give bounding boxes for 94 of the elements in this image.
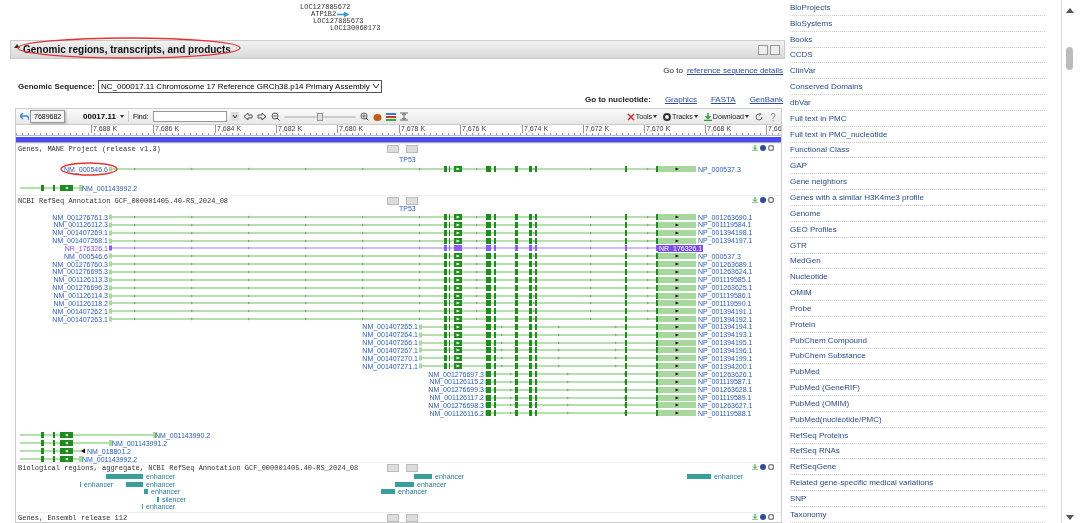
sidebar-link[interactable]: GEO Profiles [790,222,1045,238]
sidebar-link[interactable]: GTR [790,238,1045,254]
bug-icon[interactable] [372,112,382,121]
info-icon[interactable] [760,197,766,203]
sidebar-link[interactable]: Books [790,32,1045,48]
region-bar [687,474,711,479]
help-icon[interactable] [769,112,777,121]
scroll-thumb[interactable] [1066,47,1073,70]
info-icon[interactable] [760,145,766,151]
sidebar-link[interactable]: PubMed(nucleotide/PMC) [790,412,1045,428]
sidebar-link[interactable]: RefSeq Proteins [790,428,1045,444]
tracks-icon[interactable] [385,112,396,121]
sidebar-link[interactable]: PubChem Substance [790,349,1045,365]
collapse-icon[interactable] [14,43,20,48]
sidebar-link[interactable]: RefSeqGene [790,460,1045,476]
region-bar [126,482,143,487]
info-icon[interactable] [760,514,766,520]
download-icon[interactable] [752,514,758,520]
sidebar-link[interactable]: Taxonomy [790,507,1045,523]
sequence-name[interactable]: 00017.11 [83,112,116,121]
format-link[interactable]: FASTA [710,95,736,104]
region-bar [144,489,148,494]
slider-thumb[interactable] [316,112,323,121]
sidebar-link[interactable]: PubMed [790,365,1045,381]
region-bar [414,474,432,479]
caret-icon [372,84,379,88]
sidebar-link[interactable]: PubChem Compound [790,333,1045,349]
dropdown-icon[interactable] [230,112,239,121]
sidebar-link[interactable]: Genome [790,206,1045,222]
menu-icon [626,112,635,121]
region-bar [106,474,143,479]
scroll-down-icon[interactable] [1066,515,1074,520]
settings-icon[interactable] [768,514,774,520]
settings-icon[interactable] [768,464,774,470]
sidebar-link[interactable]: Full text in PMC [790,111,1045,127]
sidebar-link[interactable]: BioProjects [790,0,1045,16]
zoom-slider[interactable] [283,112,356,121]
menu-icon [663,112,672,121]
sidebar-link[interactable]: Probe [790,301,1045,317]
sidebar-link[interactable]: Functional Class [790,143,1045,159]
settings-icon[interactable] [768,197,774,203]
sidebar-link[interactable]: RefSeq RNAs [790,444,1045,460]
download-icon[interactable] [752,145,758,151]
sidebar-link[interactable]: PubMed (GeneRIF) [790,381,1045,397]
sequence-label: Genomic Sequence: [18,81,95,91]
caret-icon [693,115,698,118]
download-icon[interactable] [752,464,758,470]
caret-icon [653,115,658,118]
sidebar-link[interactable]: CCDS [790,48,1045,64]
sidebar-link[interactable]: Conserved Domains [790,80,1045,96]
caret-icon [745,115,749,118]
sidebar-link[interactable]: Related gene-specific medical variations [790,476,1045,492]
sequence-select[interactable]: NC_000017.11 Chromosome 17 Reference GRCh38.p14 Primary Assembly [97,79,382,93]
download-icon[interactable] [752,197,758,203]
forward-arrow-icon[interactable] [256,112,267,121]
sidebar-link[interactable]: OMIM [790,286,1045,302]
nucleotide-label: Go to nucleotide: [585,95,651,104]
region-bar [381,489,395,494]
reference-text: Go to [663,65,683,75]
format-link[interactable]: GenBank [749,95,783,104]
region-bar [395,482,414,487]
sidebar-link[interactable]: Full text in PMC_nucleotide [790,127,1045,143]
sidebar-link[interactable]: Gene neighbors [790,175,1045,191]
sidebar-link[interactable]: Protein [790,317,1045,333]
sidebar-link[interactable]: BioSystems [790,16,1045,32]
transcript-drawing [20,448,85,454]
transcript-drawing [20,185,83,191]
format-link[interactable]: Graphics [664,95,697,104]
sidebar-link[interactable]: SNP [790,492,1045,507]
caret-icon [119,115,124,118]
collapse-all-button[interactable] [758,44,768,55]
sidebar-link[interactable]: PubMed (OMIM) [790,396,1045,412]
zoom-in-icon[interactable] [359,112,369,121]
arrow-icon [337,12,350,17]
fit-icon[interactable] [399,112,408,121]
info-icon[interactable] [760,464,766,470]
help-button[interactable] [770,44,780,55]
sidebar-link[interactable]: Genes with a similar H3K4me3 profile [790,190,1045,206]
sidebar-link[interactable]: dbVar [790,95,1045,111]
find-field[interactable] [152,111,227,122]
scroll-up-icon[interactable] [1066,8,1074,13]
reference-link[interactable]: reference sequence details [686,65,783,75]
refresh-icon[interactable] [755,112,763,121]
sidebar-link[interactable]: GAP [790,159,1045,175]
back-arrow-icon[interactable] [242,112,253,121]
zoom-out-icon[interactable] [270,112,280,121]
transcript-drawing [20,456,83,462]
sidebar-link[interactable]: MedGen [790,254,1045,270]
section-title: Genomic regions, transcripts, and products [23,44,231,55]
settings-icon[interactable] [768,145,774,151]
sidebar-link[interactable]: ClinVar [790,64,1045,80]
back-icon[interactable] [20,113,29,120]
menu-icon [703,112,712,121]
sidebar-link[interactable]: Nucleotide [790,270,1045,286]
